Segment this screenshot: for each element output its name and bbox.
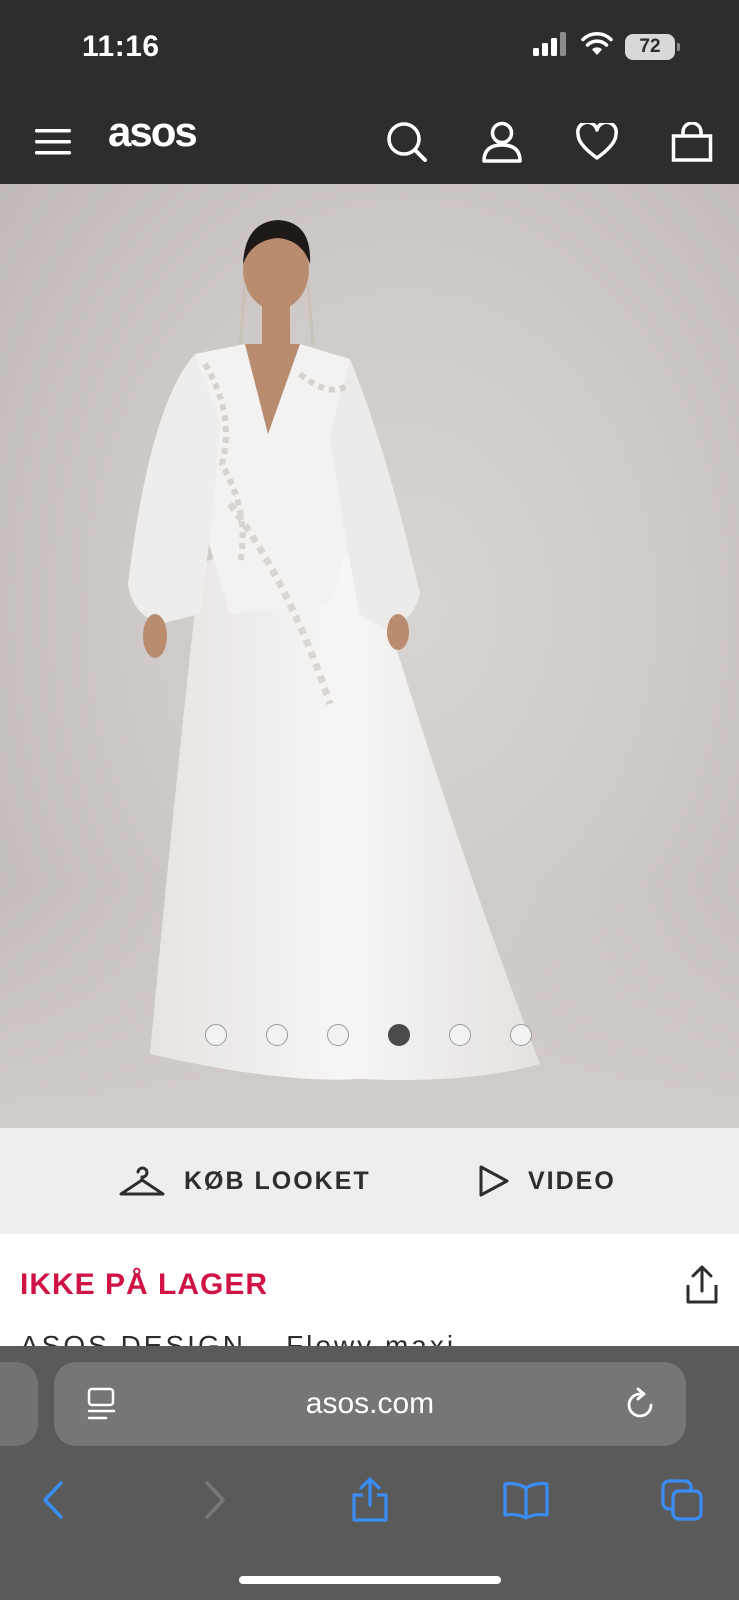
reload-icon <box>627 1387 653 1418</box>
share-product-button[interactable] <box>679 1260 725 1310</box>
account-button[interactable] <box>476 116 528 168</box>
asos-logo[interactable]: asos <box>108 108 198 156</box>
carousel-dot-4-active[interactable] <box>388 1024 410 1046</box>
status-bar: 11:16 72 <box>0 0 739 100</box>
shopping-bag-icon <box>671 122 713 162</box>
bag-button[interactable] <box>666 116 718 168</box>
carousel-dots <box>205 1024 532 1046</box>
action-strip: KØB LOOKET VIDEO <box>0 1128 739 1234</box>
browser-chrome: asos.com <box>0 1346 739 1600</box>
forward-button[interactable] <box>184 1470 244 1530</box>
url-text: asos.com <box>305 1387 435 1420</box>
chevron-right-icon <box>205 1481 225 1519</box>
product-photo-illustration <box>0 220 739 1128</box>
heart-icon <box>576 123 618 160</box>
chevron-left-icon <box>43 1481 63 1519</box>
book-icon <box>503 1481 549 1520</box>
tabs-button[interactable] <box>652 1470 712 1530</box>
status-time: 11:16 <box>82 30 160 63</box>
carousel-dot-1[interactable] <box>205 1024 227 1046</box>
previous-tab-peek[interactable] <box>0 1362 38 1446</box>
carousel-dot-3[interactable] <box>327 1024 349 1046</box>
video-label: VIDEO <box>528 1166 616 1195</box>
product-image[interactable] <box>0 184 739 1128</box>
home-indicator[interactable] <box>239 1576 501 1584</box>
status-icons: 72 <box>533 32 680 61</box>
share-icon <box>352 1477 388 1522</box>
search-icon <box>387 122 427 162</box>
back-button[interactable] <box>24 1470 84 1530</box>
carousel-dot-2[interactable] <box>266 1024 288 1046</box>
wifi-icon <box>581 32 613 61</box>
browser-share-button[interactable] <box>340 1470 400 1530</box>
product-info: IKKE PÅ LAGER ASOS DESIGN – Flowy maxi .… <box>0 1234 739 1361</box>
cellular-signal-icon <box>533 32 569 61</box>
play-icon <box>479 1165 509 1197</box>
menu-button[interactable] <box>28 116 80 168</box>
video-button[interactable]: VIDEO <box>478 1164 616 1198</box>
shop-the-look-label: KØB LOOKET <box>184 1166 371 1195</box>
user-icon <box>482 121 522 163</box>
shop-the-look-button[interactable]: KØB LOOKET <box>118 1164 371 1198</box>
bookmarks-button[interactable] <box>496 1470 556 1530</box>
carousel-dot-5[interactable] <box>449 1024 471 1046</box>
hamburger-icon <box>35 129 71 155</box>
carousel-dot-6[interactable] <box>510 1024 532 1046</box>
saved-items-button[interactable] <box>571 116 623 168</box>
share-icon <box>686 1265 718 1304</box>
tabs-icon <box>661 1479 703 1521</box>
battery-indicator: 72 <box>625 33 680 60</box>
hanger-icon <box>119 1166 165 1196</box>
stock-status: IKKE PÅ LAGER <box>20 1268 269 1301</box>
search-button[interactable] <box>381 116 433 168</box>
reload-button[interactable] <box>620 1384 660 1424</box>
address-bar[interactable]: asos.com <box>54 1362 686 1446</box>
